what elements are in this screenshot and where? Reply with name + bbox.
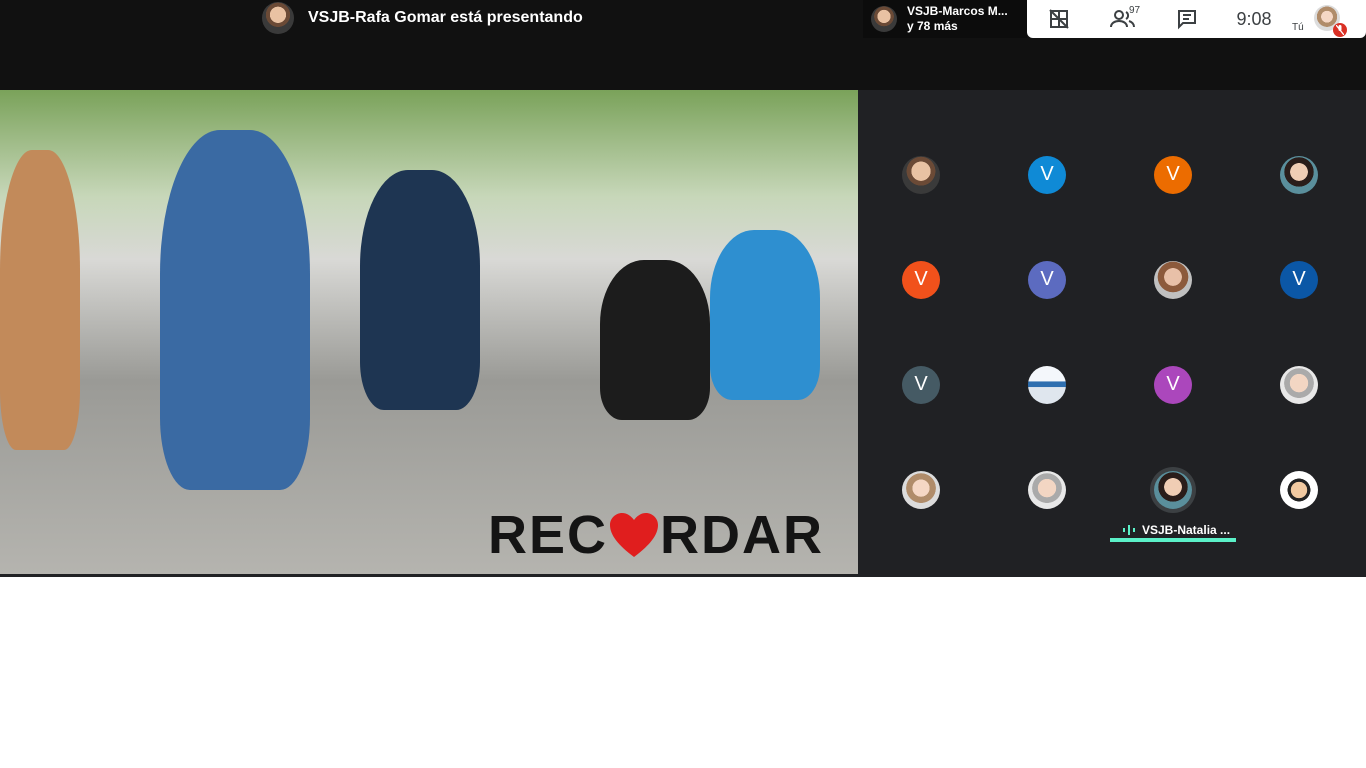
slide-photo-figure — [710, 230, 820, 400]
participant-tile[interactable] — [858, 122, 984, 227]
slide-photo-figure — [360, 170, 480, 410]
participant-avatar — [1154, 260, 1192, 299]
participant-avatar — [1154, 470, 1192, 509]
participants-button[interactable]: 97 — [1091, 0, 1155, 38]
presenter-avatar — [262, 2, 294, 34]
participant-tile[interactable] — [984, 332, 1110, 437]
participant-avatar: V — [902, 260, 940, 299]
slide-photo-figure — [0, 150, 80, 450]
presenter-text: VSJB-Rafa Gomar está presentando — [308, 9, 583, 26]
participant-tile[interactable]: V — [984, 122, 1110, 227]
participant-tile[interactable]: V — [858, 332, 984, 437]
speaker-chip[interactable]: VSJB-Marcos M... y 78 más — [863, 0, 1027, 38]
participant-tile[interactable]: V — [1110, 332, 1236, 437]
participant-avatar: V — [1280, 260, 1318, 299]
participant-avatar — [902, 470, 940, 509]
participant-avatar: V — [1154, 365, 1192, 404]
participant-avatar — [1280, 470, 1318, 509]
participant-tile[interactable] — [1236, 332, 1362, 437]
logo-text-start: REC — [488, 505, 609, 565]
speaking-indicator-bar — [1110, 538, 1236, 542]
speaking-icon — [1123, 525, 1135, 535]
participant-tile[interactable] — [1236, 437, 1362, 542]
speaker-chip-avatar — [871, 6, 897, 32]
logo-text-end: RDAR — [660, 505, 825, 565]
slide-photo-figure — [160, 130, 310, 490]
speaker-chip-text: VSJB-Marcos M... y 78 más — [907, 4, 1008, 34]
clock-time: 9:08 — [1236, 8, 1272, 29]
slide-photo-figure — [600, 260, 710, 420]
participant-tile[interactable] — [1236, 122, 1362, 227]
self-view[interactable]: Tú — [1289, 0, 1349, 38]
participant-tile[interactable]: V — [1236, 227, 1362, 332]
layout-button[interactable] — [1027, 0, 1091, 38]
active-speaker-name: VSJB-Natalia ... — [1142, 523, 1231, 537]
stage-band — [0, 38, 1366, 90]
meeting-toolbar: 97 9:08 Tú — [1027, 0, 1366, 38]
slide-logo: REC RDAR — [488, 504, 824, 566]
participant-avatar — [1280, 365, 1318, 404]
participant-avatar: V — [1028, 155, 1066, 194]
participant-tile[interactable]: V — [984, 227, 1110, 332]
layout-off-icon — [1049, 9, 1069, 29]
participant-tile[interactable] — [858, 437, 984, 542]
participant-avatar — [902, 155, 940, 194]
participants-grid: V V V V V V V VSJB-Natalia ... — [858, 122, 1362, 542]
participant-avatar — [1028, 470, 1066, 509]
participant-avatar — [1028, 365, 1066, 404]
speaker-chip-name: VSJB-Marcos M... — [907, 4, 1008, 18]
participant-avatar: V — [902, 365, 940, 404]
participant-tile[interactable] — [984, 437, 1110, 542]
participant-tile[interactable]: V — [1110, 122, 1236, 227]
shared-presentation: REC RDAR — [0, 90, 858, 574]
active-speaker-label: VSJB-Natalia ... — [1122, 523, 1230, 537]
participant-tile[interactable] — [1110, 227, 1236, 332]
chat-button[interactable] — [1155, 0, 1219, 38]
participant-tile[interactable]: V — [858, 227, 984, 332]
participant-avatar: V — [1028, 260, 1066, 299]
self-label: Tú — [1292, 22, 1304, 33]
participant-avatar — [1280, 155, 1318, 194]
presenter-banner: VSJB-Rafa Gomar está presentando — [262, 2, 583, 34]
heart-icon — [610, 513, 659, 557]
mic-off-icon — [1333, 23, 1347, 37]
participant-tile[interactable]: VSJB-Natalia ... — [1110, 437, 1236, 542]
participant-avatar: V — [1154, 155, 1192, 194]
chat-icon — [1178, 10, 1196, 30]
meeting-window: VSJB-Rafa Gomar está presentando VSJB-Ma… — [0, 0, 1366, 577]
speaker-chip-more: y 78 más — [907, 19, 958, 33]
participants-count: 97 — [1129, 5, 1141, 16]
